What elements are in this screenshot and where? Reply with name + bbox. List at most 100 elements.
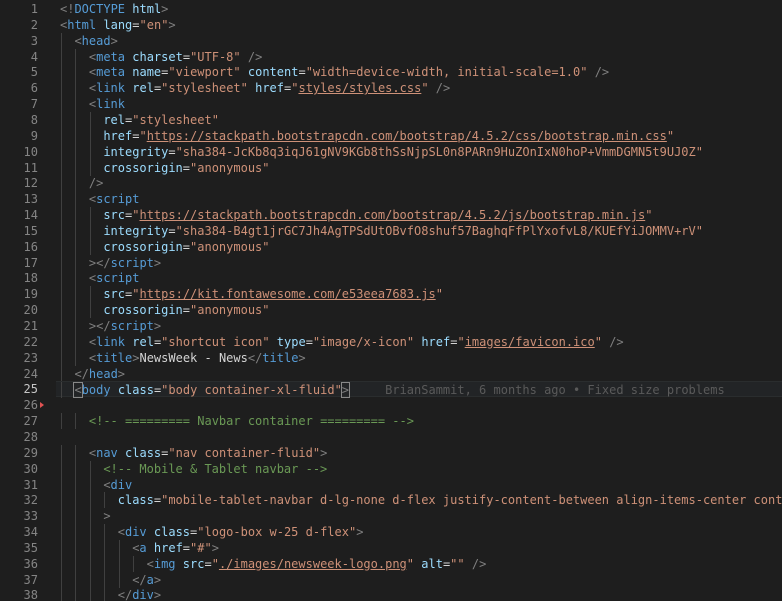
code-line[interactable]: <div class="logo-box w-25 d-flex"> (56, 524, 782, 541)
code-line[interactable]: <!-- ========= Navbar container ========… (56, 413, 782, 430)
line-number: 6 (30, 81, 38, 96)
code-area[interactable]: <!DOCTYPE html> <html lang="en"> <head> <me… (56, 0, 782, 601)
code-line[interactable]: rel="stylesheet" (56, 111, 782, 128)
code-line[interactable] (56, 397, 782, 413)
code-token: " (406, 556, 415, 571)
line-number: 16 (23, 239, 38, 254)
indent-guide (104, 555, 106, 572)
indent-guide (89, 302, 91, 319)
indent-guide (61, 64, 62, 81)
indent-guide (89, 143, 91, 160)
line-number: 11 (23, 160, 38, 175)
code-token: title (96, 350, 133, 365)
code-token: </ (74, 366, 89, 381)
code-line[interactable]: <link (56, 96, 782, 113)
code-line[interactable]: crossorigin="anonymous" (56, 159, 782, 176)
code-token: "stylesheet" (161, 81, 248, 96)
git-change-marker[interactable] (40, 402, 44, 409)
indent-guide (61, 413, 62, 430)
indent-guide (61, 207, 62, 224)
code-token: div (124, 525, 147, 540)
code-token: " (457, 334, 465, 349)
indent-guide (61, 444, 62, 461)
code-line[interactable]: > (56, 508, 782, 525)
code-line[interactable]: </div> (56, 587, 782, 601)
indent-guide (61, 460, 62, 477)
code-line[interactable]: <script (56, 191, 782, 208)
code-line[interactable]: </head> (56, 365, 782, 382)
code-line[interactable]: <link rel="shortcut icon" type="image/x-… (56, 333, 782, 350)
indent-guide (104, 492, 106, 509)
code-line[interactable]: class="mobile-tablet-navbar d-lg-none d-… (56, 492, 782, 509)
indent-guide (61, 48, 62, 65)
code-token: < (117, 525, 125, 540)
code-content: > (103, 508, 110, 524)
code-line[interactable]: <a href="#"> (56, 539, 782, 556)
indent-guide (75, 207, 77, 224)
code-line[interactable]: <title>NewsWeek - News</title> (56, 349, 782, 366)
indent-guide (75, 286, 77, 303)
code-content: href="https://stackpath.bootstrapcdn.com… (103, 128, 674, 144)
code-token: NewsWeek - News (139, 350, 248, 365)
code-line[interactable]: src="https://kit.fontawesome.com/e53eea7… (56, 286, 782, 303)
code-line[interactable]: <div (56, 476, 782, 493)
git-blame-annotation: BrianSammit, 6 months ago • Fixed size p… (385, 383, 725, 398)
code-line[interactable]: <!-- Mobile & Tablet navbar --> (56, 460, 782, 477)
code-line[interactable]: <!DOCTYPE html> (56, 1, 782, 17)
line-number: 4 (30, 49, 38, 64)
code-editor[interactable]: 1 2 3 4 5 6 7 8 9 10 11 12 13 14 15 16 17 18 19 20 21 22 23 24 2… (0, 0, 782, 601)
indent-guide (61, 349, 62, 366)
code-line[interactable]: <img src="./images/newsweek-logo.png" al… (56, 555, 782, 572)
code-line[interactable]: src="https://stackpath.bootstrapcdn.com/… (56, 207, 782, 224)
code-token: "#" (190, 540, 212, 555)
code-line[interactable]: </a> (56, 571, 782, 588)
line-number: 32 (23, 493, 38, 508)
indent-guide (75, 96, 77, 113)
indent-guide (89, 238, 91, 255)
code-token: crossorigin (103, 160, 183, 175)
indent-guide (133, 555, 135, 572)
code-line[interactable]: <nav class="nav container-fluid"> (56, 444, 782, 461)
indent-guide (61, 587, 62, 601)
code-token: meta (96, 49, 126, 64)
indent-guide (89, 207, 91, 224)
code-line[interactable]: <meta charset="UTF-8" /> (56, 48, 782, 65)
code-token: title (262, 350, 299, 365)
code-token: <! (60, 2, 75, 16)
code-line[interactable]: crossorigin="anonymous" (56, 238, 782, 255)
code-content: <a href="#"> (132, 540, 219, 556)
code-token: class (153, 525, 191, 540)
line-number: 38 (23, 588, 38, 601)
code-line[interactable]: <script (56, 270, 782, 287)
code-line[interactable]: <head> (56, 32, 782, 49)
indent-guide (89, 508, 91, 525)
code-token: = (182, 49, 191, 64)
line-number: 17 (23, 255, 38, 270)
code-token: " (594, 334, 602, 349)
indent-guide (75, 127, 77, 144)
code-line[interactable]: ></script> (56, 254, 782, 271)
code-token: ></ (88, 255, 111, 270)
indent-guide (61, 524, 62, 541)
code-line[interactable]: /> (56, 175, 782, 192)
code-line[interactable]: integrity="sha384-B4gt1jrGC7Jh4AgTPSdUtO… (56, 222, 782, 239)
line-number: 10 (23, 144, 38, 159)
code-token: > (153, 319, 162, 333)
code-line[interactable]: crossorigin="anonymous" (56, 302, 782, 319)
code-line[interactable]: href="https://stackpath.bootstrapcdn.com… (56, 127, 782, 144)
indent-guide (61, 318, 62, 334)
code-line[interactable]: <body class="body container-xl-fluid"> Br… (56, 381, 782, 399)
code-line[interactable]: <link rel="stylesheet" href="styles/styl… (56, 80, 782, 97)
line-number: 29 (23, 445, 38, 460)
indent-guide (89, 286, 91, 303)
code-token: href (103, 128, 133, 143)
code-line[interactable] (56, 429, 782, 445)
code-token: ./images/newsweek-logo.png (218, 556, 407, 571)
code-token: integrity (103, 144, 169, 159)
code-line[interactable]: integrity="sha384-JcKb8q3iqJ61gNV9KGb8th… (56, 143, 782, 160)
code-line[interactable]: ></script> (56, 318, 782, 334)
code-line[interactable]: <meta name="viewport" content="width=dev… (56, 64, 782, 81)
code-token: /> (435, 81, 451, 96)
code-line[interactable]: <html lang="en"> (56, 17, 782, 33)
